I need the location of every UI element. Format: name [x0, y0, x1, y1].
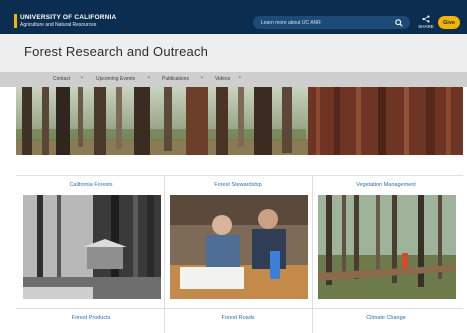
share-button[interactable]: SHARE: [417, 15, 435, 31]
nav-separator: •: [148, 75, 150, 81]
card-image-forest-products[interactable]: [23, 327, 161, 333]
card-image-forest-stewardship[interactable]: [170, 195, 308, 299]
grid-divider: [164, 175, 165, 333]
nav-separator: •: [239, 75, 241, 81]
nav-item-contact[interactable]: Contact: [53, 76, 70, 82]
nav-item-upcoming-events[interactable]: Upcoming Events: [96, 76, 135, 82]
card-image-climate-change[interactable]: [318, 327, 456, 333]
nav-separator: •: [201, 75, 203, 81]
card-title-california-forests[interactable]: California Forests: [21, 182, 161, 188]
grid-divider: [16, 308, 463, 309]
search-button[interactable]: [392, 16, 406, 29]
grid-divider: [312, 175, 313, 333]
logo-mark: [14, 14, 17, 28]
nav-item-videos[interactable]: Videos: [215, 76, 230, 82]
card-image-forest-roads[interactable]: [170, 327, 308, 333]
hero-forest-image: [16, 87, 463, 155]
card-image-california-forests[interactable]: [23, 195, 161, 299]
logo-line1[interactable]: UNIVERSITY OF CALIFORNIA: [20, 14, 116, 21]
share-label: SHARE: [418, 24, 434, 29]
card-image-vegetation-management[interactable]: [318, 195, 456, 299]
search-icon: [395, 18, 403, 27]
search-bar: [253, 16, 410, 29]
card-title-climate-change[interactable]: Climate Change: [316, 315, 456, 321]
share-icon: [417, 15, 435, 24]
search-input[interactable]: [261, 16, 386, 29]
nav-separator: •: [81, 75, 83, 81]
card-title-vegetation-management[interactable]: Vegetation Management: [316, 182, 456, 188]
give-button[interactable]: Give: [438, 16, 460, 29]
card-title-forest-stewardship[interactable]: Forest Stewardship: [168, 182, 308, 188]
card-title-forest-roads[interactable]: Forest Roads: [168, 315, 308, 321]
nav-item-publications[interactable]: Publications: [162, 76, 189, 82]
page-title: Forest Research and Outreach: [24, 44, 209, 59]
logo-line2[interactable]: Agriculture and Natural Resources: [20, 22, 96, 28]
grid-divider: [16, 175, 463, 176]
card-title-forest-products[interactable]: Forest Products: [21, 315, 161, 321]
